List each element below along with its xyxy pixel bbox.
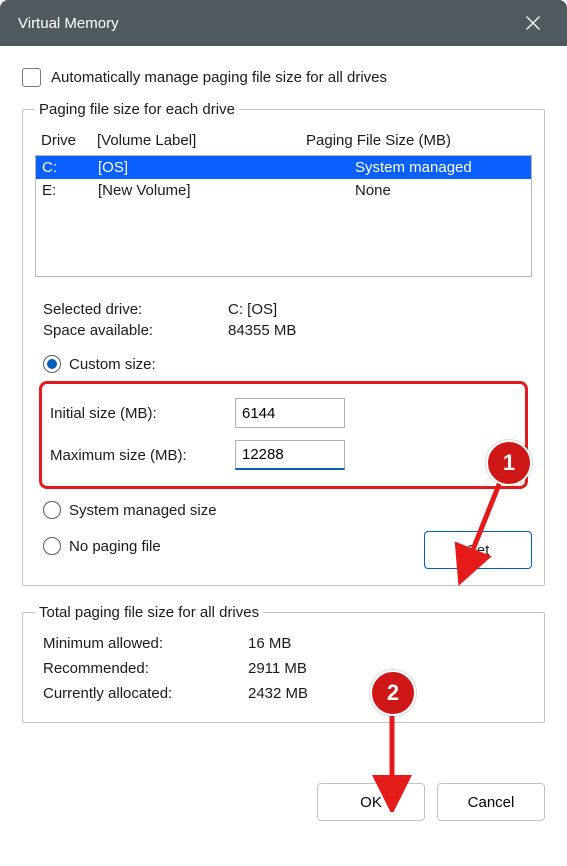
space-available-label: Space available: <box>43 322 228 339</box>
min-row: Minimum allowed: 16 MB <box>35 631 532 656</box>
no-paging-radio-row[interactable]: No paging file <box>35 533 424 559</box>
drive-group: Paging file size for each drive Drive [V… <box>22 101 545 586</box>
initial-size-input[interactable] <box>235 398 345 428</box>
auto-manage-row[interactable]: Automatically manage paging file size fo… <box>22 68 545 87</box>
window-title: Virtual Memory <box>18 15 513 32</box>
header-drive: Drive <box>41 132 97 149</box>
maximum-size-input[interactable] <box>235 440 345 470</box>
auto-manage-checkbox[interactable] <box>22 68 41 87</box>
no-paging-label: No paging file <box>69 538 161 555</box>
maximum-size-label: Maximum size (MB): <box>50 447 225 464</box>
drive-row[interactable]: E: [New Volume] None <box>36 179 531 202</box>
initial-size-label: Initial size (MB): <box>50 405 225 422</box>
dialog-footer: OK Cancel <box>0 759 567 821</box>
header-volume-label: [Volume Label] <box>97 132 306 149</box>
cur-row: Currently allocated: 2432 MB <box>35 681 532 706</box>
drive-list[interactable]: C: [OS] System managed E: [New Volume] N… <box>35 155 532 277</box>
custom-size-radio-row[interactable]: Custom size: <box>35 351 532 377</box>
callout-2: 2 <box>370 670 416 716</box>
min-value: 16 MB <box>248 635 291 652</box>
initial-size-row: Initial size (MB): <box>50 392 517 434</box>
ok-button[interactable]: OK <box>317 783 425 821</box>
totals-legend: Total paging file size for all drives <box>35 604 263 621</box>
drive-row[interactable]: C: [OS] System managed <box>36 156 531 179</box>
selected-drive-row: Selected drive: C: [OS] <box>35 299 532 320</box>
drive-group-legend: Paging file size for each drive <box>35 101 239 118</box>
callout-1: 1 <box>486 440 532 486</box>
system-managed-label: System managed size <box>69 502 217 519</box>
cur-label: Currently allocated: <box>35 685 248 702</box>
drive-letter: E: <box>42 182 98 199</box>
custom-size-radio[interactable] <box>43 355 61 373</box>
totals-group: Total paging file size for all drives Mi… <box>22 604 545 723</box>
drive-label: [OS] <box>98 159 305 176</box>
maximum-size-row: Maximum size (MB): <box>50 434 517 476</box>
drive-paging-size: System managed <box>305 159 525 176</box>
system-managed-radio-row[interactable]: System managed size <box>35 497 532 523</box>
selected-drive-value: C: [OS] <box>228 301 277 318</box>
cur-value: 2432 MB <box>248 685 308 702</box>
titlebar: Virtual Memory <box>0 0 567 46</box>
virtual-memory-dialog: Virtual Memory Automatically manage pagi… <box>0 0 567 866</box>
selected-drive-label: Selected drive: <box>43 301 228 318</box>
space-available-row: Space available: 84355 MB <box>35 320 532 341</box>
drive-paging-size: None <box>305 182 525 199</box>
set-button[interactable]: Set <box>424 531 532 569</box>
custom-size-label: Custom size: <box>69 356 156 373</box>
cancel-button[interactable]: Cancel <box>437 783 545 821</box>
drive-letter: C: <box>42 159 98 176</box>
header-paging-size: Paging File Size (MB) <box>306 132 526 149</box>
rec-label: Recommended: <box>35 660 248 677</box>
no-paging-radio[interactable] <box>43 537 61 555</box>
rec-value: 2911 MB <box>248 660 307 677</box>
min-label: Minimum allowed: <box>35 635 248 652</box>
space-available-value: 84355 MB <box>228 322 296 339</box>
auto-manage-label: Automatically manage paging file size fo… <box>51 69 387 86</box>
system-managed-radio[interactable] <box>43 501 61 519</box>
rec-row: Recommended: 2911 MB <box>35 656 532 681</box>
drive-list-header: Drive [Volume Label] Paging File Size (M… <box>35 128 532 155</box>
custom-size-highlight: Initial size (MB): Maximum size (MB): <box>39 381 528 489</box>
close-icon[interactable] <box>513 3 553 43</box>
drive-label: [New Volume] <box>98 182 305 199</box>
